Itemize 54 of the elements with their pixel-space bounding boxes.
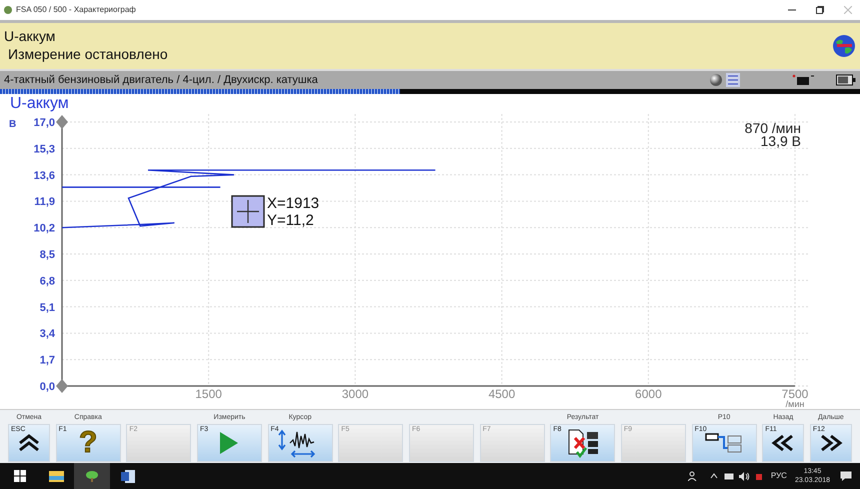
y-tick-label: 11,9 <box>34 196 55 208</box>
window-title: FSA 050 / 500 - Характериограф <box>16 4 136 16</box>
y-tick-label: 8,5 <box>40 249 55 261</box>
chart-title: U-аккум <box>10 95 69 112</box>
alert-icon[interactable] <box>754 472 763 480</box>
data-grid-icon <box>726 73 740 87</box>
double-chevron-up-icon <box>18 434 40 452</box>
restore-icon[interactable] <box>816 6 824 14</box>
tree-icon <box>86 470 98 482</box>
axis-handle-icon[interactable] <box>56 379 68 393</box>
folder-icon <box>48 470 64 482</box>
y-tick-label: 10,2 <box>34 222 55 235</box>
y-tick-label: 1,7 <box>40 354 55 367</box>
y-tick-label: 15,3 <box>34 143 55 156</box>
x-axis-label: /мин <box>786 399 804 409</box>
y-tick-label: 3,4 <box>40 328 55 340</box>
battery-icon <box>836 74 856 86</box>
cursor-marker-icon[interactable] <box>231 195 265 228</box>
y-axis-label: В <box>9 119 16 130</box>
people-icon[interactable] <box>688 471 698 481</box>
cursor-x-value: X=1913 <box>267 195 320 212</box>
y-tick-label: 13,6 <box>34 170 55 182</box>
question-mark-icon: ? <box>78 428 98 458</box>
x-tick-label: 7500 <box>782 387 808 401</box>
axis-handle-icon[interactable] <box>56 115 68 129</box>
document-icon <box>121 470 135 482</box>
header-title: U-аккум <box>4 28 56 44</box>
notification-icon[interactable] <box>840 470 852 482</box>
play-icon <box>219 431 240 455</box>
y-tick-label: 0,0 <box>40 381 55 393</box>
ball-icon <box>710 74 722 86</box>
x-tick-label: 1500 <box>195 387 222 401</box>
y-tick-label: 5,1 <box>40 302 55 314</box>
y-tick-label: 17,0 <box>34 117 55 129</box>
car-battery-icon <box>792 74 814 86</box>
language-indicator[interactable]: РУС <box>770 470 787 482</box>
battery-icon[interactable] <box>724 472 734 480</box>
document-printer-icon <box>566 428 600 458</box>
app-icon <box>4 6 12 14</box>
caret-up-icon[interactable] <box>710 473 718 479</box>
readout-value: 870 /мин <box>744 120 801 136</box>
x-tick-label: 6000 <box>635 387 662 401</box>
globe-icon <box>832 34 856 58</box>
y-tick-label: 6,8 <box>40 275 55 288</box>
cursor-y-value: Y=11,2 <box>267 212 314 229</box>
windows-icon <box>14 470 26 482</box>
x-tick-label: 3000 <box>342 387 369 401</box>
speaker-icon[interactable] <box>738 472 750 480</box>
status-text: Измерение остановлено <box>7 45 169 64</box>
double-chevron-right-icon <box>818 434 843 452</box>
engine-info: 4-тактный бензиновый двигатель / 4-цил. / Двухискр. катушка <box>4 72 319 88</box>
double-chevron-left-icon <box>771 434 796 452</box>
readout-value: 13,9 В <box>760 133 801 149</box>
x-tick-label: 4500 <box>488 387 516 401</box>
